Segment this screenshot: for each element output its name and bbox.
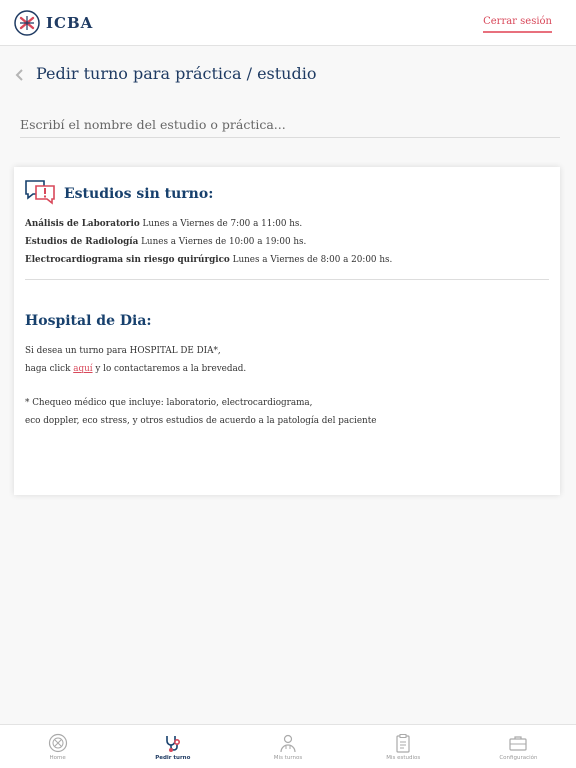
stethoscope-icon <box>165 736 180 752</box>
text: y lo contactaremos a la brevedad. <box>92 363 247 374</box>
hospital-line-1: Si desea un turno para HOSPITAL DE DIA*, <box>25 346 221 356</box>
info-card: Estudios sin turno: Análisis de Laborato… <box>14 167 560 495</box>
nav-item-my-appointments[interactable]: Mis turnos <box>230 725 345 768</box>
chevron-left-icon[interactable] <box>14 67 26 81</box>
clipboard-icon <box>396 734 410 753</box>
nav-label: Pedir turno <box>155 755 191 761</box>
hospital-line-2: haga click aquí y lo contactaremos a la … <box>25 361 376 379</box>
bottom-nav: Home Pedir turno Mis turnos Mis estudios <box>0 724 576 768</box>
top-bar: ICBA Cerrar sesión <box>0 0 576 46</box>
study-name: Análisis de Laboratorio <box>25 219 140 229</box>
note-line-2: eco doppler, eco stress, y otros estudio… <box>25 415 377 426</box>
card-header: Estudios sin turno: <box>24 177 213 207</box>
logout-button[interactable]: Cerrar sesión <box>483 16 552 33</box>
chat-alert-icon <box>25 180 55 205</box>
doctor-icon <box>280 734 296 753</box>
nav-label: Configuración <box>499 755 538 761</box>
section-title-day-hospital: Hospital de Dia: <box>25 313 152 329</box>
nav-label: Home <box>49 755 66 761</box>
list-item: Estudios de Radiología Lunes a Viernes d… <box>25 233 392 251</box>
list-item: Análisis de Laboratorio Lunes a Viernes … <box>25 215 392 233</box>
nav-item-request-appointment[interactable]: Pedir turno <box>115 725 230 768</box>
nav-item-home[interactable]: Home <box>0 725 115 768</box>
search-input[interactable] <box>20 112 560 138</box>
logo[interactable]: ICBA <box>14 10 93 36</box>
logo-text: ICBA <box>46 14 94 32</box>
home-icon <box>48 733 67 753</box>
study-schedule: Lunes a Viernes de 7:00 a 11:00 hs. <box>139 219 303 229</box>
section-title-walk-in: Estudios sin turno: <box>64 186 214 202</box>
list-item: Electrocardiograma sin riesgo quirúrgico… <box>25 251 392 269</box>
briefcase-icon <box>509 736 528 751</box>
logo-icon <box>14 10 40 36</box>
day-hospital-text: Si desea un turno para HOSPITAL DE DIA*,… <box>25 343 376 430</box>
walk-in-list: Análisis de Laboratorio Lunes a Viernes … <box>25 215 392 269</box>
page-title: Pedir turno para práctica / estudio <box>36 64 317 83</box>
divider <box>25 279 549 280</box>
study-schedule: Lunes a Viernes de 8:00 a 20:00 hs. <box>229 255 393 265</box>
nav-item-my-studies[interactable]: Mis estudios <box>346 725 461 768</box>
study-schedule: Lunes a Viernes de 10:00 a 19:00 hs. <box>138 237 307 247</box>
note-line-1: * Chequeo médico que incluye: laboratori… <box>25 398 313 408</box>
page-title-row: Pedir turno para práctica / estudio <box>14 64 316 83</box>
study-name: Electrocardiograma sin riesgo quirúrgico <box>25 255 230 265</box>
study-name: Estudios de Radiología <box>25 237 139 247</box>
text: haga click <box>25 363 74 374</box>
nav-label: Mis turnos <box>273 755 303 761</box>
nav-item-settings[interactable]: Configuración <box>461 725 576 768</box>
here-link[interactable]: aquí <box>73 364 92 374</box>
nav-label: Mis estudios <box>386 755 421 761</box>
